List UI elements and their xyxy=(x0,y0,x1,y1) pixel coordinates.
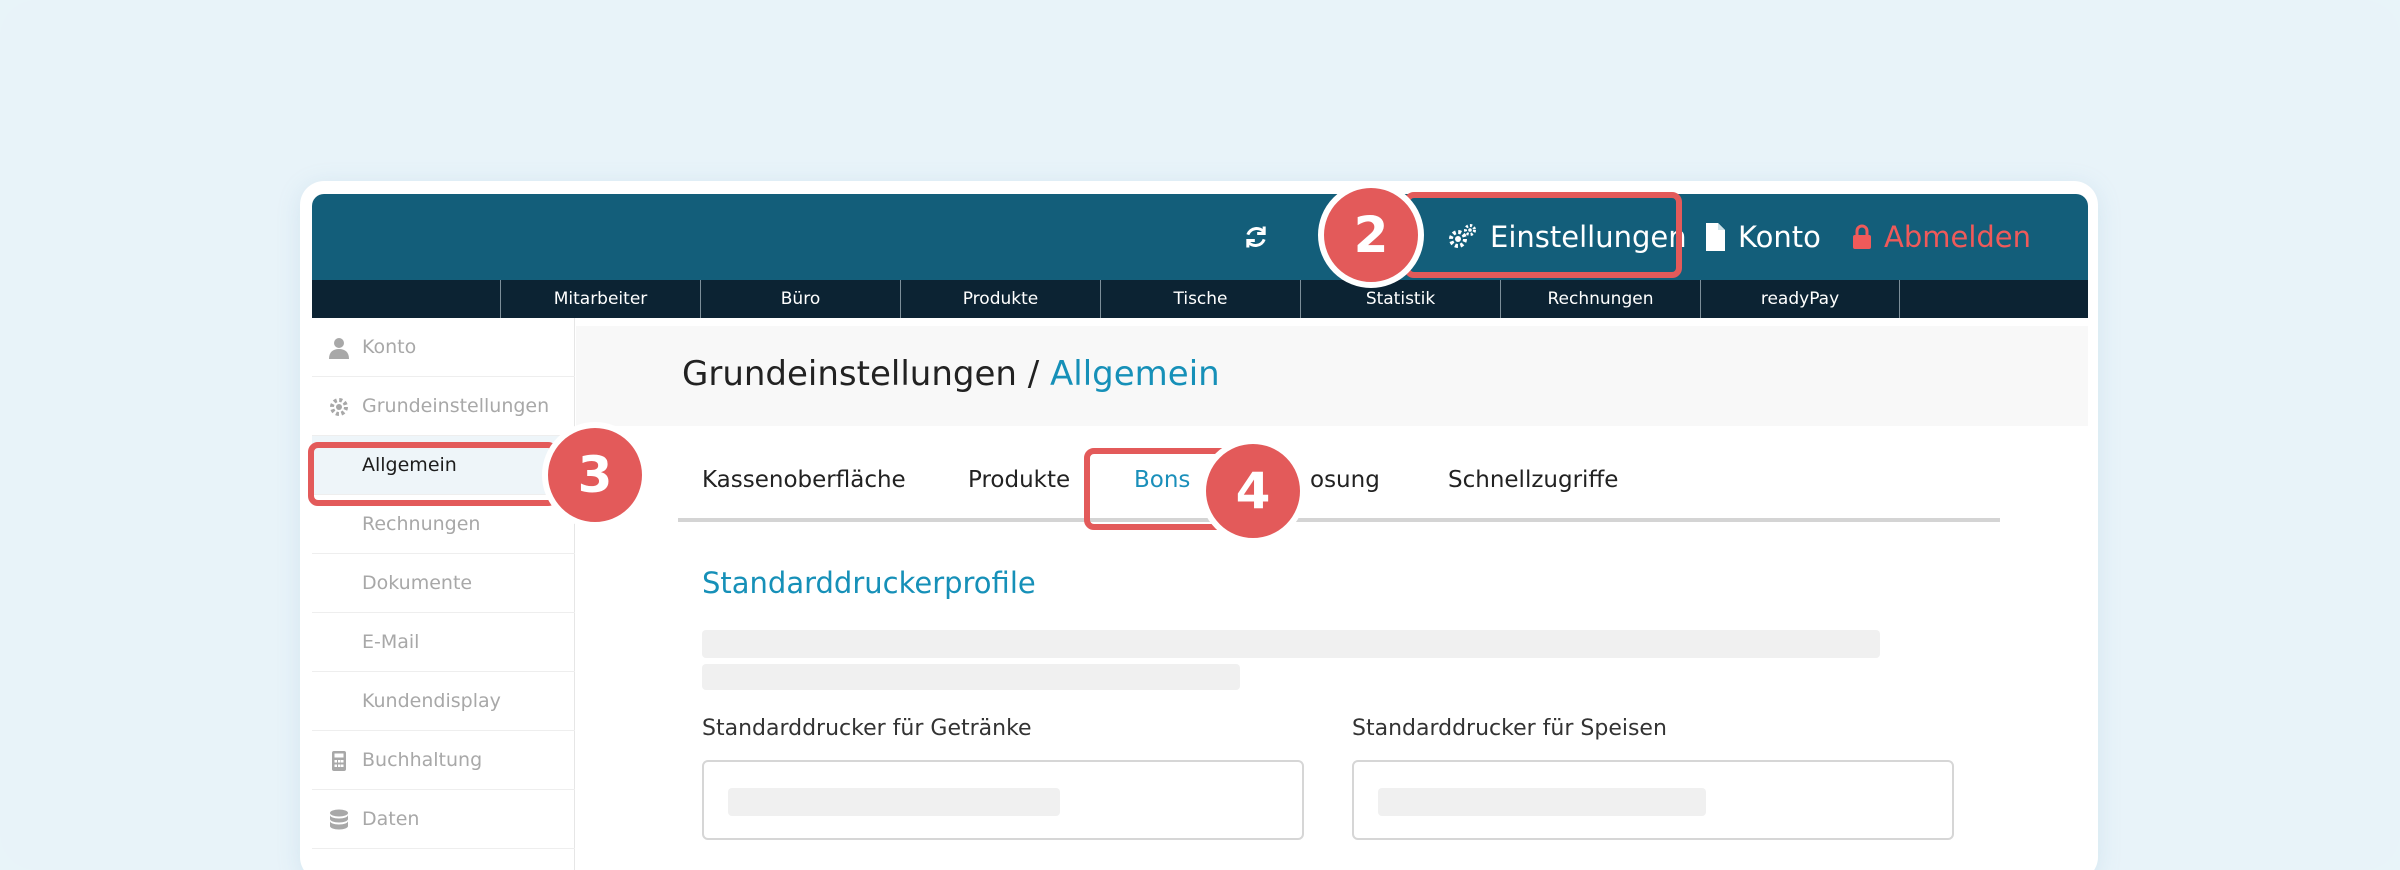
placeholder-line xyxy=(702,664,1240,690)
user-icon xyxy=(329,338,349,359)
lock-icon xyxy=(1853,224,1871,249)
callout-badge-4: 4 xyxy=(1200,438,1306,544)
placeholder-line xyxy=(702,630,1880,658)
module-navbar: Mitarbeiter Büro Produkte Tische Statist… xyxy=(312,280,2088,318)
module-tab-buero[interactable]: Büro xyxy=(700,280,900,318)
module-tab-produkte[interactable]: Produkte xyxy=(900,280,1100,318)
section-title: Standarddruckerprofile xyxy=(702,566,1036,600)
account-nav-button[interactable]: Konto xyxy=(1704,194,1821,280)
database-icon xyxy=(330,809,348,830)
settings-sidebar: Konto Grundeinstellungen Allgemein Rechn… xyxy=(312,318,575,870)
highlight-allgemein xyxy=(308,442,558,506)
module-tab-tische[interactable]: Tische xyxy=(1100,280,1300,318)
highlight-settings xyxy=(1404,192,1682,278)
placeholder-value xyxy=(728,788,1060,816)
page-title-prefix: Grundeinstellungen / xyxy=(682,354,1050,394)
logout-label: Abmelden xyxy=(1884,220,2032,254)
refresh-icon xyxy=(1246,226,1266,248)
food-printer-label: Standarddrucker für Speisen xyxy=(1352,716,1667,741)
sidebar-item-email[interactable]: E-Mail xyxy=(312,613,575,672)
page-title: Grundeinstellungen / Allgemein xyxy=(682,354,1220,394)
page-title-accent: Allgemein xyxy=(1050,354,1220,394)
account-nav-label: Konto xyxy=(1738,220,1821,254)
drinks-printer-select[interactable] xyxy=(702,760,1304,840)
logout-button[interactable]: Abmelden xyxy=(1852,194,2031,280)
gear-icon xyxy=(330,398,348,416)
sidebar-item-daten[interactable]: Daten xyxy=(312,790,575,849)
sidebar-item-label: Buchhaltung xyxy=(362,749,483,771)
sidebar-item-dokumente[interactable]: Dokumente xyxy=(312,554,575,613)
tab-osung[interactable]: osung xyxy=(1310,442,1380,518)
sidebar-item-label: Grundeinstellungen xyxy=(362,395,550,417)
calculator-icon xyxy=(332,751,346,771)
module-tab-rechnungen[interactable]: Rechnungen xyxy=(1500,280,1700,318)
sidebar-item-label: Kundendisplay xyxy=(362,690,501,712)
callout-badge-3: 3 xyxy=(542,422,648,528)
sidebar-item-label: Rechnungen xyxy=(362,513,481,535)
top-header: Einstellungen Konto Abmelden xyxy=(312,194,2088,280)
sidebar-item-grundeinstellungen[interactable]: Grundeinstellungen xyxy=(312,377,575,436)
tab-schnellzugriffe[interactable]: Schnellzugriffe xyxy=(1448,442,1618,518)
tab-produkte[interactable]: Produkte xyxy=(968,442,1070,518)
page-header: Grundeinstellungen / Allgemein xyxy=(576,326,2088,426)
app-window: Einstellungen Konto Abmelden Mitarbeiter… xyxy=(312,194,2088,870)
tab-kassenoberflaeche[interactable]: Kassenoberfläche xyxy=(702,442,906,518)
callout-badge-2: 2 xyxy=(1318,182,1424,288)
document-icon xyxy=(1706,223,1725,251)
sidebar-item-konto[interactable]: Konto xyxy=(312,318,575,377)
settings-tabs: Kassenoberfläche Produkte Bons osung Sch… xyxy=(678,442,2000,522)
module-tab-statistik[interactable]: Statistik xyxy=(1300,280,1500,318)
sidebar-item-label: E-Mail xyxy=(362,631,420,653)
sidebar-item-label: Konto xyxy=(362,336,417,358)
module-tab-mitarbeiter[interactable]: Mitarbeiter xyxy=(500,280,700,318)
refresh-button[interactable] xyxy=(1242,194,1282,280)
sidebar-item-kundendisplay[interactable]: Kundendisplay xyxy=(312,672,575,731)
sidebar-item-buchhaltung[interactable]: Buchhaltung xyxy=(312,731,575,790)
sidebar-item-label: Dokumente xyxy=(362,572,473,594)
food-printer-select[interactable] xyxy=(1352,760,1954,840)
sidebar-item-label: Daten xyxy=(362,808,420,830)
drinks-printer-label: Standarddrucker für Getränke xyxy=(702,716,1032,741)
placeholder-value xyxy=(1378,788,1706,816)
module-tab-readypay[interactable]: readyPay xyxy=(1700,280,1900,318)
